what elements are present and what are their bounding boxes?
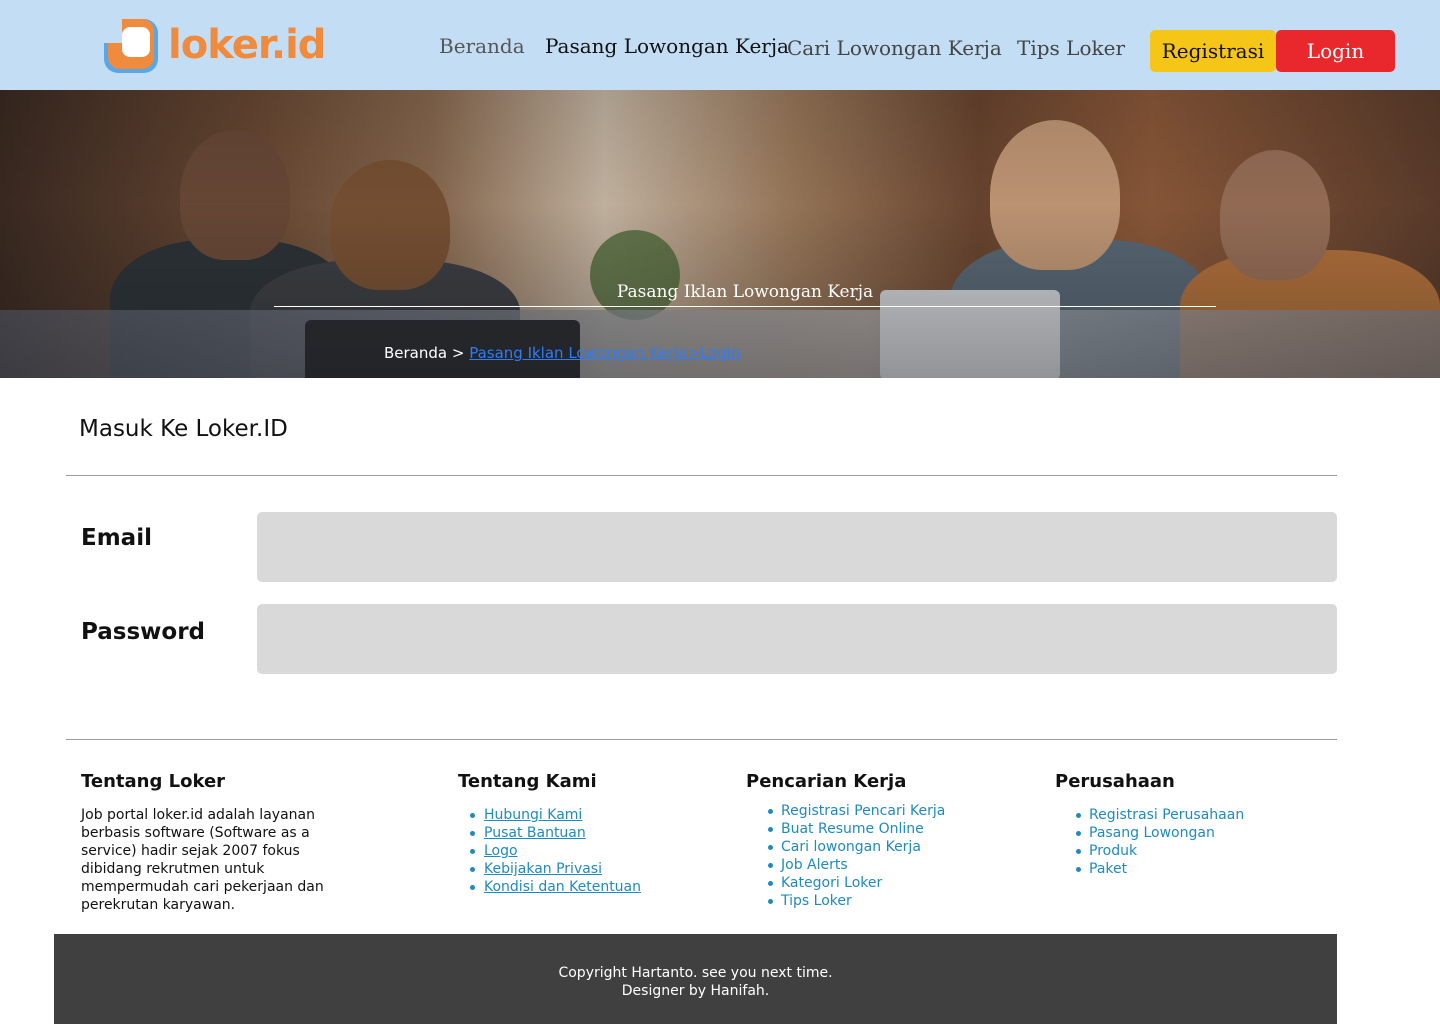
- footer-link-pasang-lowongan[interactable]: Pasang Lowongan: [1055, 824, 1244, 842]
- designer-credit: Designer by Hanifah.: [621, 983, 770, 999]
- footer-link-kategori-loker[interactable]: Kategori Loker: [746, 874, 945, 892]
- email-field[interactable]: [257, 512, 1337, 582]
- breadcrumb-home[interactable]: Beranda >: [384, 344, 469, 362]
- footer-link-pusat-bantuan[interactable]: Pusat Bantuan: [484, 825, 586, 841]
- nav-tips-loker[interactable]: Tips Loker: [1017, 36, 1125, 60]
- footer-link-registrasi-pencari[interactable]: Registrasi Pencari Kerja: [746, 802, 945, 820]
- site-logo[interactable]: loker.id: [104, 16, 326, 74]
- footer-link-registrasi-perusahaan[interactable]: Registrasi Perusahaan: [1055, 806, 1244, 824]
- copyright-text: Copyright Hartanto. see you next time.: [558, 965, 833, 981]
- password-label: Password: [81, 619, 205, 645]
- footer-link-produk[interactable]: Produk: [1055, 842, 1244, 860]
- footer-link-paket[interactable]: Paket: [1055, 860, 1244, 878]
- email-label: Email: [81, 525, 152, 551]
- footer-link-buat-resume[interactable]: Buat Resume Online: [746, 820, 945, 838]
- footer-link-kebijakan-privasi[interactable]: Kebijakan Privasi: [484, 861, 602, 877]
- breadcrumb: Beranda > Pasang Iklan Lowongan Kerja>Lo…: [384, 344, 740, 362]
- nav-cari-lowongan[interactable]: Cari Lowongan Kerja: [787, 36, 1002, 60]
- footer-perusahaan: Perusahaan Registrasi Perusahaan Pasang …: [1055, 771, 1244, 878]
- footer-link-logo[interactable]: Logo: [484, 843, 518, 859]
- footer-about-text: Job portal loker.id adalah layanan berba…: [81, 807, 324, 913]
- nav-beranda[interactable]: Beranda: [439, 34, 525, 58]
- footer-link-job-alerts[interactable]: Job Alerts: [746, 856, 945, 874]
- footer-link-tips-loker[interactable]: Tips Loker: [746, 892, 945, 910]
- footer-tentang-kami-title: Tentang Kami: [458, 771, 597, 792]
- footer-link-cari-lowongan[interactable]: Cari lowongan Kerja: [746, 838, 945, 856]
- footer-link-hubungi-kami[interactable]: Hubungi Kami: [484, 807, 582, 823]
- copyright-bar: Copyright Hartanto. see you next time. D…: [54, 934, 1337, 1024]
- logo-text: loker.id: [168, 22, 326, 68]
- divider: [66, 475, 1337, 476]
- login-button[interactable]: Login: [1276, 30, 1395, 72]
- footer-about: Tentang Loker Job portal loker.id adalah…: [81, 771, 341, 914]
- logo-icon: [104, 17, 160, 73]
- footer-pencarian-kerja: Pencarian Kerja Registrasi Pencari Kerja…: [746, 771, 945, 910]
- hero-banner: Pasang Iklan Lowongan Kerja Beranda > Pa…: [0, 90, 1440, 378]
- breadcrumb-link[interactable]: Pasang Iklan Lowongan Kerja>Login: [469, 344, 740, 362]
- hero-divider: [274, 306, 1216, 307]
- footer-pencarian-kerja-title: Pencarian Kerja: [746, 771, 907, 792]
- nav-pasang-lowongan[interactable]: Pasang Lowongan Kerja: [545, 34, 789, 58]
- register-button[interactable]: Registrasi: [1150, 30, 1276, 72]
- footer-link-kondisi-ketentuan[interactable]: Kondisi dan Ketentuan: [484, 879, 641, 895]
- divider: [66, 739, 1337, 740]
- site-header: loker.id Beranda Pasang Lowongan Kerja C…: [0, 0, 1440, 90]
- footer-perusahaan-title: Perusahaan: [1055, 771, 1175, 792]
- hero-title: Pasang Iklan Lowongan Kerja: [616, 282, 874, 302]
- page-title: Masuk Ke Loker.ID: [79, 416, 288, 442]
- password-field[interactable]: [257, 604, 1337, 674]
- footer-about-title: Tentang Loker: [81, 771, 226, 792]
- footer-tentang-kami: Tentang Kami Hubungi Kami Pusat Bantuan …: [458, 771, 641, 896]
